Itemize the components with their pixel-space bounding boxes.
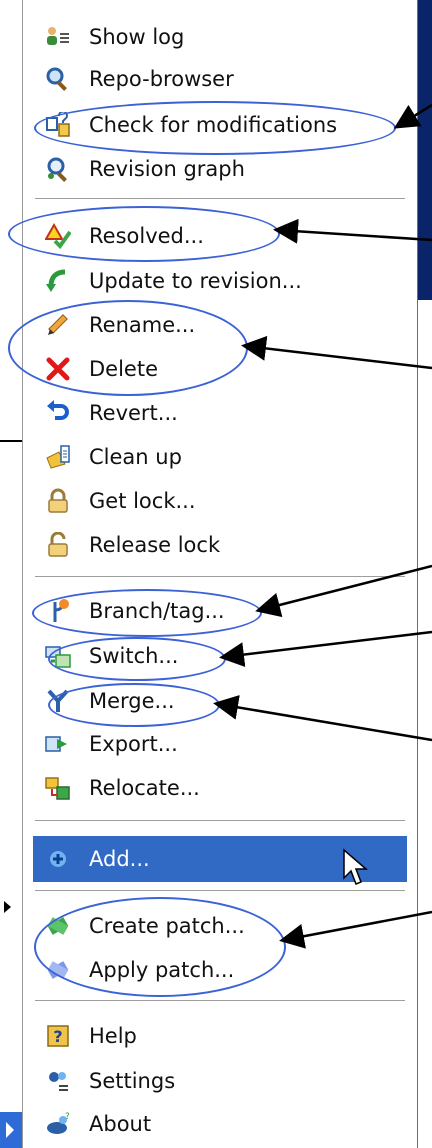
- arrow-rename-delete: [241, 335, 432, 370]
- mouse-cursor-icon: [343, 848, 369, 885]
- annotation-arrows: [213, 103, 432, 949]
- arrow-switch: [219, 630, 432, 668]
- arrow-resolved: [273, 218, 432, 244]
- arrow-patches: [279, 910, 432, 949]
- arrow-check-modifications: [393, 103, 432, 129]
- arrow-branch-tag: [255, 564, 432, 618]
- arrow-merge: [213, 694, 432, 742]
